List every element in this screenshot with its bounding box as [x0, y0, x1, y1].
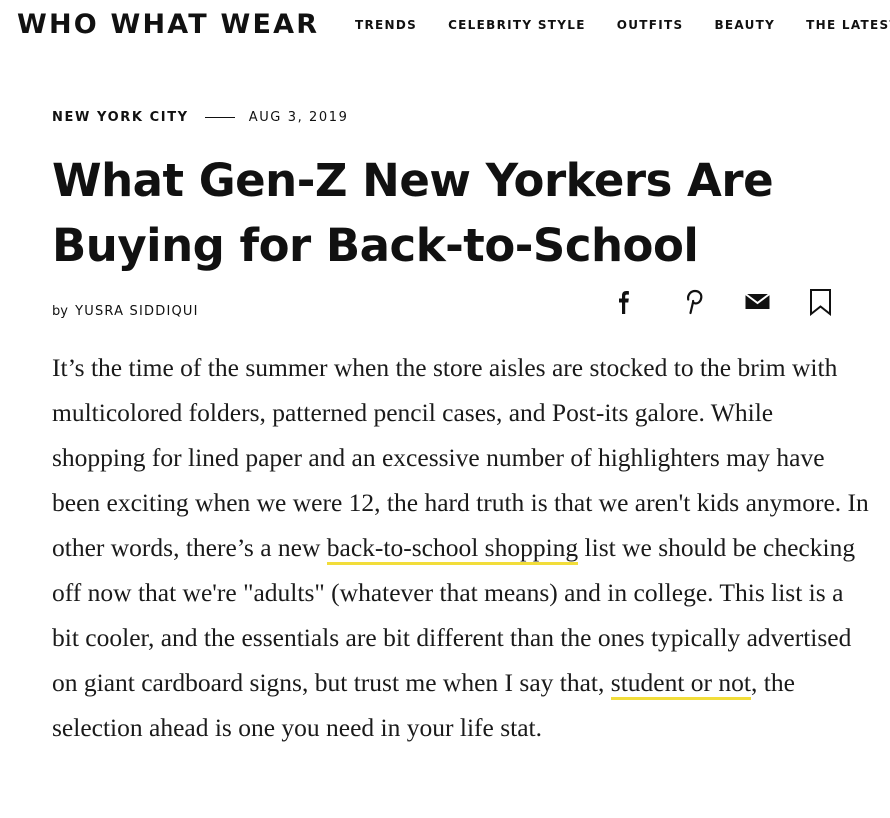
meta-divider — [204, 117, 235, 118]
location-tag[interactable]: NEW YORK CITY — [52, 110, 189, 125]
student-or-not-link[interactable]: student or not — [610, 668, 752, 700]
site-logo[interactable]: WHO WHAT WEAR — [17, 9, 319, 40]
byline: by YUSRA SIDDIQUI — [52, 304, 199, 319]
back-to-school-link[interactable]: back-to-school shopping — [326, 533, 579, 565]
facebook-icon — [619, 291, 629, 314]
pinterest-icon — [687, 289, 703, 315]
nav-item-beauty[interactable]: BEAUTY — [714, 18, 775, 32]
site-header: WHO WHAT WEAR TRENDS CELEBRITY STYLE OUT… — [0, 0, 890, 52]
email-share-button[interactable] — [744, 288, 771, 316]
nav-item-outfits[interactable]: OUTFITS — [617, 18, 684, 32]
email-icon — [744, 293, 771, 309]
nav-item-trends[interactable]: TRENDS — [355, 18, 417, 32]
bookmark-icon — [810, 289, 831, 316]
publish-date: AUG 3, 2019 — [248, 110, 349, 125]
article-title: What Gen-Z New Yorkers Are Buying for Ba… — [52, 154, 774, 272]
facebook-share-button[interactable] — [614, 288, 640, 316]
author-link[interactable]: YUSRA SIDDIQUI — [75, 304, 199, 319]
bookmark-button[interactable] — [808, 288, 834, 316]
article-meta: NEW YORK CITY AUG 3, 2019 — [52, 110, 349, 125]
article-body: It’s the time of the summer when the sto… — [52, 345, 872, 750]
nav-item-celebrity-style[interactable]: CELEBRITY STYLE — [448, 18, 586, 32]
article-text-1: It’s the time of the summer when the sto… — [52, 353, 869, 562]
main-nav: TRENDS CELEBRITY STYLE OUTFITS BEAUTY TH… — [355, 18, 890, 32]
nav-item-the-latest[interactable]: THE LATEST — [806, 18, 890, 32]
pinterest-share-button[interactable] — [683, 288, 709, 316]
byline-prefix: by — [52, 304, 68, 319]
